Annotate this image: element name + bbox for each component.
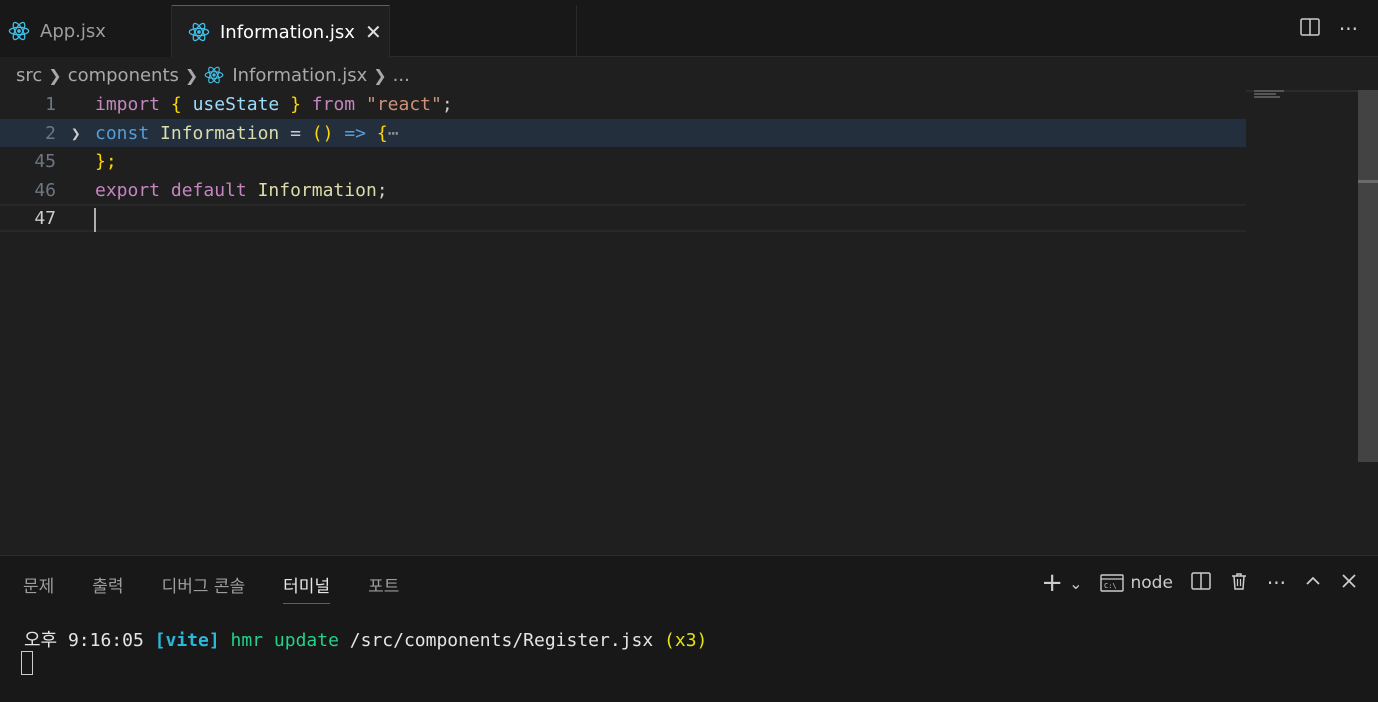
split-editor-icon[interactable]: [1299, 16, 1321, 42]
more-actions-icon[interactable]: ···: [1267, 571, 1286, 595]
chevron-right-icon: ❯: [184, 65, 199, 85]
tab-output[interactable]: 출력: [92, 572, 123, 604]
tab-information-jsx[interactable]: Information.jsx ✕: [172, 5, 390, 58]
close-panel-icon[interactable]: [1340, 572, 1358, 595]
trash-icon[interactable]: [1229, 571, 1249, 596]
tab-label: Information.jsx: [220, 21, 355, 43]
terminal-time: 오후 9:16:05: [24, 630, 144, 651]
folded-ellipsis: ⋯: [387, 122, 399, 144]
line-number: 1: [45, 93, 56, 115]
breadcrumb-item-file[interactable]: Information.jsx: [232, 65, 367, 86]
code-line-current[interactable]: 47: [0, 204, 1246, 232]
breadcrumb-item-src[interactable]: src: [16, 65, 42, 86]
react-icon: [188, 22, 210, 42]
code-text: import { useState } from "react";: [95, 93, 453, 115]
react-icon: [204, 66, 224, 84]
panel-tabs: 문제 출력 디버그 콘솔 터미널 포트: [23, 572, 437, 604]
tab-terminal[interactable]: 터미널: [283, 572, 331, 604]
tab-separator: [576, 5, 577, 57]
tab-app-jsx[interactable]: App.jsx: [0, 5, 172, 57]
terminal-count: (x3): [664, 630, 708, 651]
panel-actions: + ⌄ C:\ node ···: [1023, 570, 1358, 596]
split-terminal-icon[interactable]: [1191, 571, 1211, 596]
minimap-line: [1254, 96, 1280, 98]
more-actions-icon[interactable]: ···: [1339, 19, 1358, 39]
terminal-instance[interactable]: C:\ node: [1100, 573, 1173, 593]
new-terminal-icon[interactable]: +: [1041, 570, 1063, 596]
line-number: 46: [34, 179, 56, 201]
terminal-hmr: hmr update: [230, 630, 339, 651]
code-text: const Information = () => {⋯: [95, 122, 399, 144]
terminal-name: node: [1130, 573, 1173, 593]
text-cursor: [94, 208, 96, 232]
vertical-scrollbar[interactable]: [1358, 90, 1378, 462]
terminal-cursor: [21, 651, 33, 675]
code-line[interactable]: 45 };: [0, 147, 1246, 175]
tab-label: App.jsx: [40, 20, 106, 42]
line-number: 45: [34, 150, 56, 172]
tab-ports[interactable]: 포트: [368, 572, 399, 604]
react-icon: [8, 21, 30, 41]
tab-debug-console[interactable]: 디버그 콘솔: [162, 572, 246, 604]
fold-chevron-icon[interactable]: ❯: [71, 124, 81, 143]
scrollbar-cursor-mark: [1358, 180, 1378, 183]
tab-problems[interactable]: 문제: [23, 572, 54, 604]
code-line[interactable]: 1 import { useState } from "react";: [0, 90, 1246, 118]
code-text: };: [95, 150, 117, 172]
code-editor[interactable]: 1 import { useState } from "react"; 2 ❯ …: [0, 90, 1378, 555]
chevron-right-icon: ❯: [48, 65, 62, 85]
minimap-line: [1254, 90, 1284, 92]
terminal-vite-tag: [vite]: [154, 630, 220, 651]
terminal-output[interactable]: 오후 9:16:05 [vite] hmr update /src/compon…: [24, 626, 707, 652]
terminal-path: /src/components/Register.jsx: [349, 630, 654, 651]
breadcrumb-item-symbol[interactable]: ...: [393, 65, 410, 86]
minimap-line: [1254, 93, 1276, 95]
svg-text:C:\: C:\: [1104, 582, 1117, 590]
chevron-down-icon[interactable]: ⌄: [1069, 574, 1082, 593]
code-text: export default Information;: [95, 179, 388, 201]
terminal-icon: C:\: [1100, 574, 1125, 592]
line-number: 47: [34, 207, 56, 229]
chevron-right-icon: ❯: [373, 65, 387, 85]
breadcrumb-item-components[interactable]: components: [68, 65, 179, 86]
editor-tab-bar: App.jsx Information.jsx ✕ ···: [0, 0, 1378, 58]
code-line[interactable]: 46 export default Information;: [0, 176, 1246, 204]
tab-actions: ···: [1299, 16, 1358, 42]
close-icon[interactable]: ✕: [365, 20, 382, 44]
code-line[interactable]: 2 ❯ const Information = () => {⋯: [0, 119, 1246, 147]
bottom-panel: 문제 출력 디버그 콘솔 터미널 포트 + ⌄ C:\ node ··· 오후 …: [0, 555, 1378, 702]
maximize-panel-icon[interactable]: [1304, 572, 1322, 595]
line-number: 2: [45, 122, 56, 144]
breadcrumb: src ❯ components ❯ Information.jsx ❯ ...: [16, 62, 410, 88]
